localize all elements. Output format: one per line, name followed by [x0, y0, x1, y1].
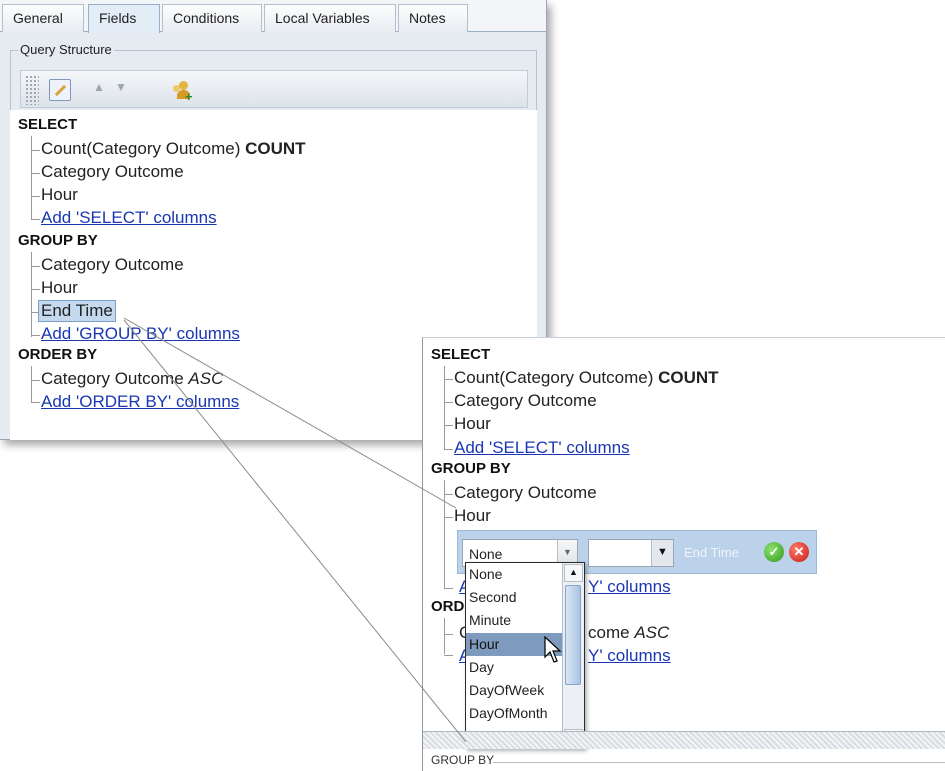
mouse-cursor-icon [544, 636, 562, 663]
scroll-thumb[interactable] [565, 585, 581, 685]
group-by-heading: GROUP BY [18, 232, 98, 249]
order-category-item[interactable]: Category Outcome ASC [41, 369, 223, 389]
zoom-add-select-columns-link[interactable]: Add 'SELECT' columns [454, 438, 630, 458]
toolbar-grip[interactable] [25, 75, 39, 105]
select-count-item[interactable]: Count(Category Outcome) COUNT [41, 139, 306, 159]
zoom-select-count-item[interactable]: Count(Category Outcome) COUNT [454, 368, 719, 388]
zoom-group-hour-item[interactable]: Hour [454, 506, 491, 526]
scroll-up-icon[interactable]: ▲ [564, 564, 583, 582]
group-by-caption: GROUP BY [431, 753, 495, 767]
zoom-group-by-heading: GROUP BY [431, 460, 511, 477]
tab-strip: General Fields Conditions Local Variable… [0, 0, 546, 33]
zoom-select-category-item[interactable]: Category Outcome [454, 391, 597, 411]
order-by-heading: ORDER BY [18, 346, 98, 363]
option-dayofmonth[interactable]: DayOfMonth [466, 702, 562, 725]
group-hour-item[interactable]: Hour [41, 278, 78, 298]
field-label: End Time [684, 545, 739, 560]
group-end-time-item[interactable]: End Time [38, 300, 116, 322]
cancel-icon[interactable]: ✕ [789, 542, 809, 562]
zoom-select-hour-item[interactable]: Hour [454, 414, 491, 434]
tab-general[interactable]: General [2, 4, 84, 32]
zoom-group-category-item[interactable]: Category Outcome [454, 483, 597, 503]
tab-fields[interactable]: Fields [88, 4, 160, 33]
add-group-by-columns-link[interactable]: Add 'GROUP BY' columns [41, 324, 240, 344]
query-toolbar: ▲ ▼ + [20, 70, 528, 108]
option-none[interactable]: None [466, 563, 562, 586]
zoom-add-group-by-link-partial-b[interactable]: Y' columns [588, 577, 671, 597]
option-minute[interactable]: Minute [466, 609, 562, 632]
option-dayofweek[interactable]: DayOfWeek [466, 679, 562, 702]
accept-icon[interactable]: ✓ [764, 542, 784, 562]
zoom-order-by-heading: ORD [431, 598, 465, 615]
add-people-icon[interactable]: + [171, 79, 197, 104]
select-category-item[interactable]: Category Outcome [41, 162, 184, 182]
field-select[interactable]: ▼ [588, 539, 674, 567]
tab-local-variables[interactable]: Local Variables [264, 4, 396, 32]
tab-conditions[interactable]: Conditions [162, 4, 262, 32]
select-heading: SELECT [18, 116, 78, 133]
horizontal-scrollbar[interactable] [423, 731, 945, 749]
option-second[interactable]: Second [466, 586, 562, 609]
zoom-order-category-partial-b[interactable]: come ASC [588, 623, 669, 643]
edit-icon[interactable] [49, 79, 71, 101]
add-order-by-columns-link[interactable]: Add 'ORDER BY' columns [41, 392, 239, 412]
zoom-select-heading: SELECT [431, 346, 491, 363]
zoom-add-order-by-link-partial-b[interactable]: Y' columns [588, 646, 671, 666]
chevron-down-icon[interactable]: ▼ [651, 540, 673, 566]
granularity-dropdown-list[interactable]: None Second Minute Hour Day DayOfWeek Da… [465, 562, 585, 749]
tab-notes[interactable]: Notes [398, 4, 468, 32]
select-hour-item[interactable]: Hour [41, 185, 78, 205]
zoomed-detail-panel: SELECT Count(Category Outcome) COUNT Cat… [422, 337, 945, 771]
move-up-icon[interactable]: ▲ [93, 80, 105, 102]
move-down-icon[interactable]: ▼ [115, 80, 127, 102]
caption-divider [493, 762, 945, 763]
group-category-item[interactable]: Category Outcome [41, 255, 184, 275]
dropdown-scrollbar[interactable]: ▲ ▼ [562, 563, 584, 748]
add-select-columns-link[interactable]: Add 'SELECT' columns [41, 208, 217, 228]
query-structure-title: Query Structure [18, 42, 114, 57]
